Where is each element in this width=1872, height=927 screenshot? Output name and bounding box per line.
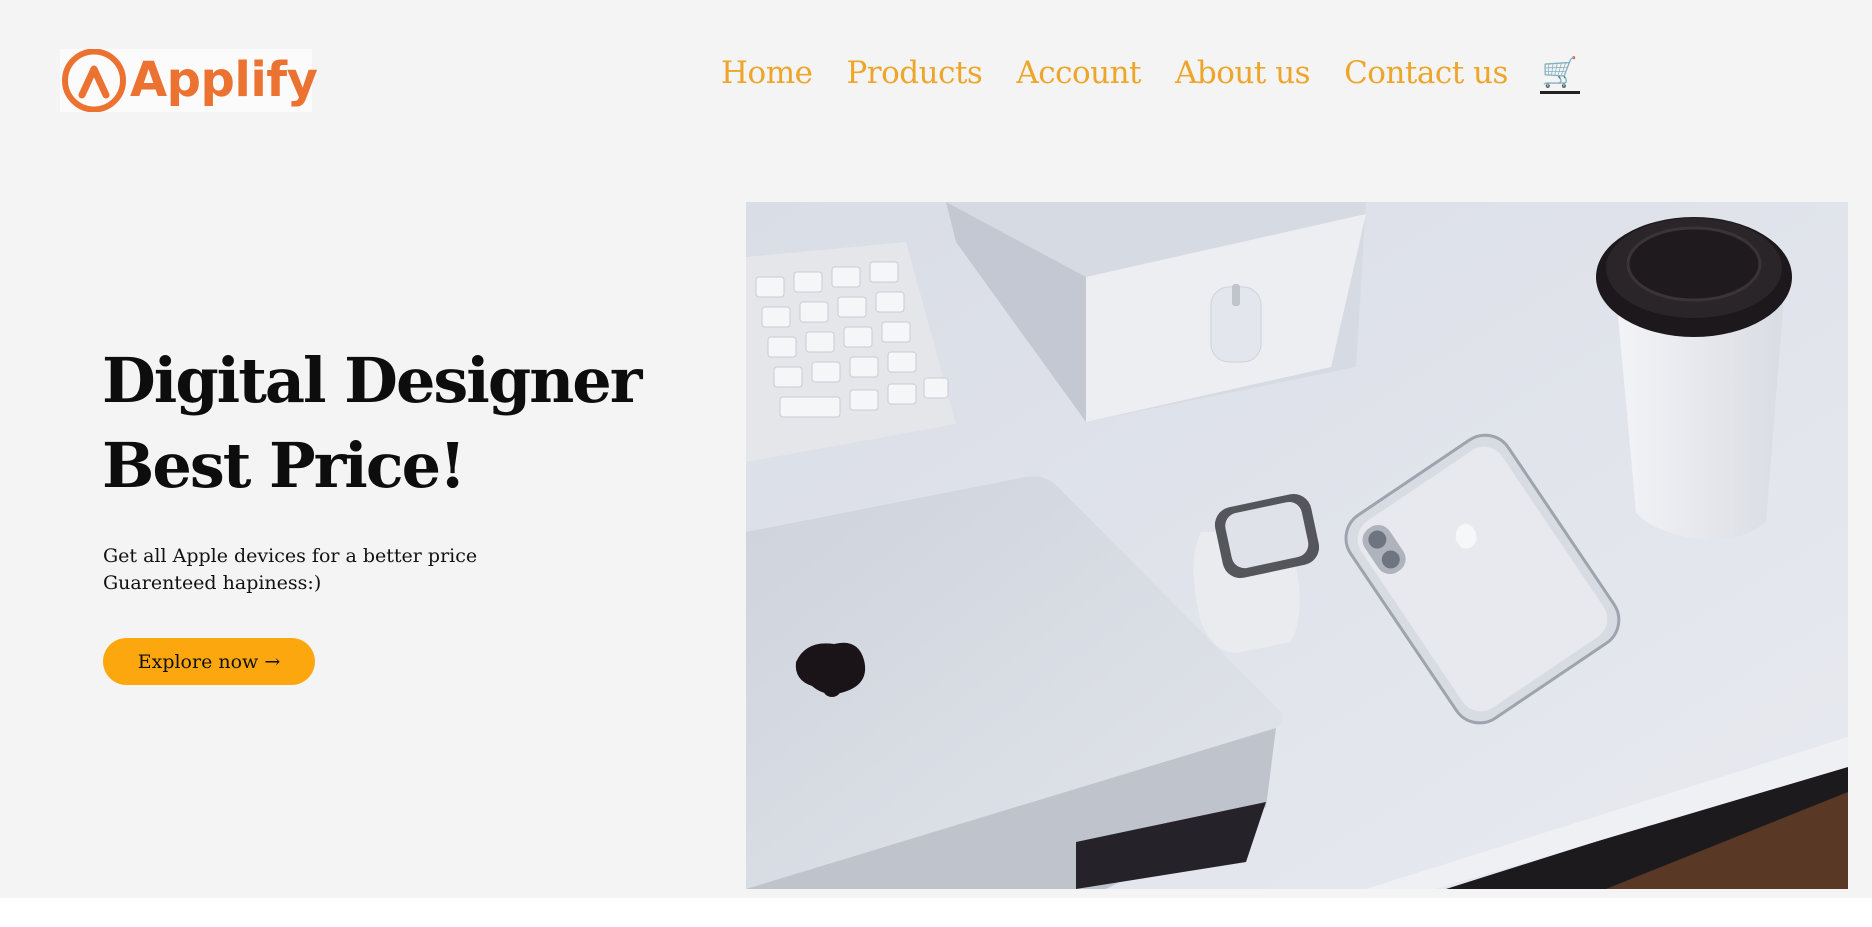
nav-products[interactable]: Products (846, 50, 982, 96)
hero-headline-line1: Digital Designer (102, 344, 642, 417)
main-nav: Home Products Account About us Contact u… (721, 50, 1581, 96)
hero-subtext-line2: Guarenteed hapiness:) (103, 572, 322, 594)
nav-home[interactable]: Home (721, 50, 813, 96)
nav-contact-us[interactable]: Contact us (1344, 50, 1508, 96)
cart-link[interactable]: 🛒 (1539, 53, 1581, 94)
applify-logo-icon (60, 49, 128, 112)
hero-headline-line2: Best Price! (102, 429, 466, 502)
hero-product-image (746, 202, 1848, 889)
hero-headline: Digital Designer Best Price! (102, 338, 642, 508)
hero-subtext: Get all Apple devices for a better price… (103, 543, 477, 597)
cart-icon: 🛒 (1541, 54, 1579, 89)
brand-logo[interactable]: Applify (60, 49, 318, 112)
hero-subtext-line1: Get all Apple devices for a better price (103, 545, 478, 567)
page: Applify Home Products Account About us C… (0, 0, 1872, 898)
explore-now-button[interactable]: Explore now → (103, 638, 315, 685)
brand-name: Applify (130, 52, 318, 108)
nav-about-us[interactable]: About us (1175, 50, 1311, 96)
nav-account[interactable]: Account (1016, 50, 1141, 96)
